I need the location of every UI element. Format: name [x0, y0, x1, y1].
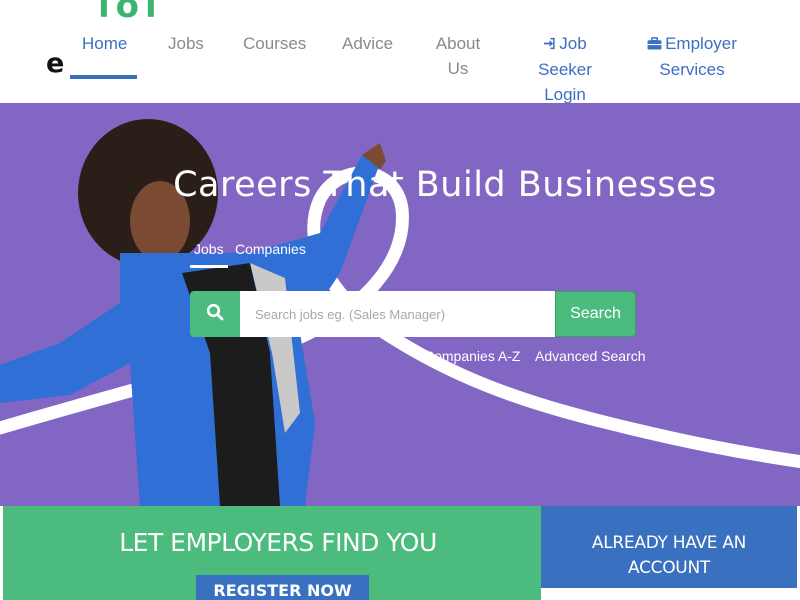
nav-job-seeker-line1: Job	[559, 34, 587, 53]
login-banner-line2: ACCOUNT	[628, 558, 710, 578]
search-button[interactable]: Search	[555, 291, 636, 337]
search-input[interactable]	[240, 291, 555, 337]
login-banner-line1: ALREADY HAVE AN	[591, 533, 747, 553]
hero-title: Careers That Build Businesses	[173, 165, 717, 205]
nav-about-us[interactable]: About Us	[434, 31, 482, 81]
nav-employer-line1: Employer	[665, 34, 737, 53]
nav-home[interactable]: Home	[82, 31, 127, 56]
tab-active-indicator	[190, 265, 228, 268]
hero-section: Careers That Build Businesses Jobs Compa…	[0, 103, 800, 506]
search-icon	[206, 303, 224, 326]
login-banner-title: ALREADY HAVE AN ACCOUNT	[541, 531, 797, 581]
nav-active-indicator	[70, 75, 137, 79]
search-icon-button[interactable]	[190, 291, 240, 337]
nav-about-line2: Us	[447, 59, 469, 78]
tab-jobs[interactable]: Jobs	[194, 241, 224, 257]
nav-advice[interactable]: Advice	[342, 31, 393, 56]
site-logo[interactable]: lol	[98, 0, 158, 22]
nav-employer-line2: Services	[659, 60, 725, 80]
nav-job-seeker-login[interactable]: Job Seeker Login	[533, 31, 597, 107]
sign-in-icon	[543, 32, 556, 57]
register-now-button[interactable]: REGISTER NOW	[196, 575, 369, 600]
site-header: lol e Home Jobs Courses Advice About Us …	[0, 0, 800, 104]
advanced-search-link[interactable]: Advanced Search	[535, 348, 646, 364]
logo-letter[interactable]: e	[46, 50, 64, 77]
briefcase-icon	[647, 32, 662, 57]
tab-companies[interactable]: Companies	[235, 241, 306, 257]
login-banner[interactable]: ALREADY HAVE AN ACCOUNT	[541, 506, 797, 588]
logo-fragment: lol	[98, 0, 158, 22]
nav-employer-services[interactable]: Employer Services	[645, 31, 739, 82]
nav-job-seeker-line2: Seeker	[538, 60, 592, 80]
nav-about-line1: About	[435, 34, 481, 53]
nav-jobs[interactable]: Jobs	[168, 31, 204, 56]
companies-az-link[interactable]: Companies A-Z	[424, 348, 520, 364]
nav-courses[interactable]: Courses	[243, 31, 306, 56]
job-search-form: Search	[190, 291, 636, 337]
employers-banner-title: LET EMPLOYERS FIND YOU	[119, 528, 437, 557]
